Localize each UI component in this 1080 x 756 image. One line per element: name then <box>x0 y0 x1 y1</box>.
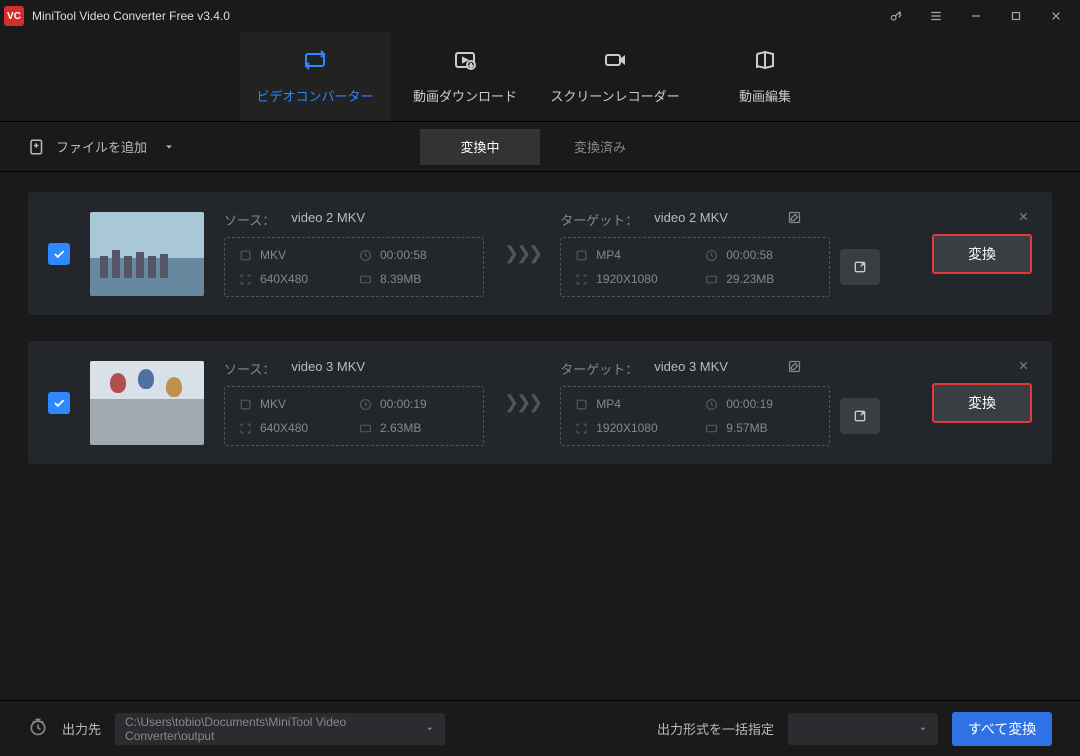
tab-video-edit[interactable]: 動画編集 <box>690 32 840 121</box>
target-name: video 2 MKV <box>654 210 728 229</box>
source-name: video 3 MKV <box>291 359 365 378</box>
tab-converting[interactable]: 変換中 <box>420 129 540 165</box>
titlebar: VC MiniTool Video Converter Free v3.4.0 <box>0 0 1080 32</box>
size-icon <box>705 422 718 435</box>
target-label: ターゲット： <box>560 359 638 378</box>
arrow-icon: ❯❯❯ <box>504 392 540 413</box>
target-info: ターゲット： video 2 MKV MP4 00:00:58 1920X1080… <box>560 210 880 297</box>
arrow-icon: ❯❯❯ <box>504 243 540 264</box>
chevron-down-icon <box>163 141 175 153</box>
clock-icon <box>359 398 372 411</box>
window-controls <box>876 2 1076 30</box>
add-file-label: ファイルを追加 <box>56 137 147 156</box>
edit-item-button[interactable] <box>787 210 802 228</box>
output-path-text: C:\Users\tobio\Documents\MiniTool Video … <box>125 715 425 743</box>
main-nav: ビデオコンバーター 動画ダウンロード スクリーンレコーダー 動画編集 <box>0 32 1080 122</box>
target-settings-button[interactable] <box>840 249 880 285</box>
format-icon <box>239 249 252 262</box>
app-logo-icon: VC <box>4 6 24 26</box>
conversion-list: ソース： video 2 MKV MKV 00:00:58 640X480 8.3… <box>0 172 1080 700</box>
edit-icon <box>751 48 779 72</box>
add-file-icon <box>28 138 46 156</box>
key-icon[interactable] <box>876 2 916 30</box>
batch-format-select[interactable] <box>788 713 938 745</box>
source-details: MKV 00:00:19 640X480 2.63MB <box>224 386 484 446</box>
target-label: ターゲット： <box>560 210 638 229</box>
clock-icon <box>705 398 718 411</box>
target-details: MP4 00:00:19 1920X1080 9.57MB <box>560 386 830 446</box>
format-icon <box>575 398 588 411</box>
clock-icon <box>705 249 718 262</box>
tab-converted[interactable]: 変換済み <box>540 129 660 165</box>
resolution-icon <box>575 273 588 286</box>
output-path-select[interactable]: C:\Users\tobio\Documents\MiniTool Video … <box>115 713 445 745</box>
size-icon <box>359 422 372 435</box>
item-checkbox[interactable] <box>48 392 70 414</box>
resolution-icon <box>575 422 588 435</box>
conversion-item: ソース： video 2 MKV MKV 00:00:58 640X480 8.3… <box>28 192 1052 315</box>
schedule-icon[interactable] <box>28 717 48 740</box>
bottom-bar: 出力先 C:\Users\tobio\Documents\MiniTool Vi… <box>0 700 1080 756</box>
convert-button[interactable]: 変換 <box>932 234 1032 274</box>
tab-label: 動画編集 <box>739 86 791 105</box>
convert-button[interactable]: 変換 <box>932 383 1032 423</box>
size-icon <box>705 273 718 286</box>
tab-label: ビデオコンバーター <box>256 86 373 105</box>
source-details: MKV 00:00:58 640X480 8.39MB <box>224 237 484 297</box>
remove-item-button[interactable] <box>1017 359 1030 375</box>
format-icon <box>239 398 252 411</box>
toolbar: ファイルを追加 変換中 変換済み <box>0 122 1080 172</box>
resolution-icon <box>239 422 252 435</box>
status-tabs: 変換中 変換済み <box>420 129 660 165</box>
resolution-icon <box>239 273 252 286</box>
video-thumbnail <box>90 361 204 445</box>
close-button[interactable] <box>1036 2 1076 30</box>
tab-video-converter[interactable]: ビデオコンバーター <box>240 32 390 121</box>
tab-screen-recorder[interactable]: スクリーンレコーダー <box>540 32 690 121</box>
conversion-item: ソース： video 3 MKV MKV 00:00:19 640X480 2.6… <box>28 341 1052 464</box>
tab-label: スクリーンレコーダー <box>550 86 679 105</box>
item-checkbox[interactable] <box>48 243 70 265</box>
source-name: video 2 MKV <box>291 210 365 229</box>
app-title: MiniTool Video Converter Free v3.4.0 <box>32 9 876 23</box>
source-info: ソース： video 3 MKV MKV 00:00:19 640X480 2.6… <box>224 359 484 446</box>
source-info: ソース： video 2 MKV MKV 00:00:58 640X480 8.3… <box>224 210 484 297</box>
size-icon <box>359 273 372 286</box>
chevron-down-icon <box>425 724 435 734</box>
target-name: video 3 MKV <box>654 359 728 378</box>
output-label: 出力先 <box>62 719 101 738</box>
recorder-icon <box>601 48 629 72</box>
format-icon <box>575 249 588 262</box>
minimize-button[interactable] <box>956 2 996 30</box>
download-icon <box>451 48 479 72</box>
tab-label: 動画ダウンロード <box>413 86 517 105</box>
add-file-button[interactable]: ファイルを追加 <box>28 137 175 156</box>
chevron-down-icon <box>918 724 928 734</box>
source-label: ソース： <box>224 359 275 378</box>
remove-item-button[interactable] <box>1017 210 1030 226</box>
video-thumbnail <box>90 212 204 296</box>
target-details: MP4 00:00:58 1920X1080 29.23MB <box>560 237 830 297</box>
tab-video-download[interactable]: 動画ダウンロード <box>390 32 540 121</box>
target-settings-button[interactable] <box>840 398 880 434</box>
menu-icon[interactable] <box>916 2 956 30</box>
source-label: ソース： <box>224 210 275 229</box>
clock-icon <box>359 249 372 262</box>
batch-format-label: 出力形式を一括指定 <box>657 719 774 738</box>
convert-icon <box>301 48 329 72</box>
maximize-button[interactable] <box>996 2 1036 30</box>
target-info: ターゲット： video 3 MKV MP4 00:00:19 1920X1080… <box>560 359 880 446</box>
edit-item-button[interactable] <box>787 359 802 377</box>
convert-all-button[interactable]: すべて変換 <box>952 712 1052 746</box>
